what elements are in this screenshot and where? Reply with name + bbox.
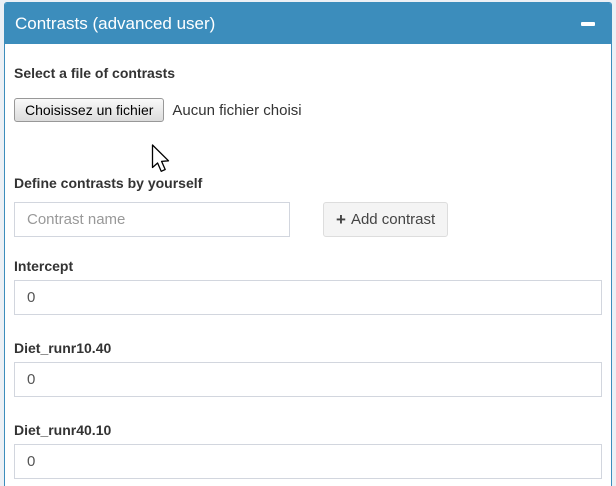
mouse-cursor-icon	[151, 144, 171, 176]
field-label: Intercept	[14, 257, 602, 275]
contrast-field-diet-runr40-10: Diet_runr40.10	[14, 421, 602, 479]
add-contrast-button-label: Add contrast	[351, 211, 435, 228]
panel-title: Contrasts (advanced user)	[15, 14, 215, 33]
diet-runr10-40-value-input[interactable]	[14, 362, 602, 397]
contrast-name-input[interactable]	[14, 202, 290, 237]
panel-header: Contrasts (advanced user)	[5, 3, 611, 44]
diet-runr40-10-value-input[interactable]	[14, 444, 602, 479]
minus-icon	[581, 22, 595, 26]
file-section-label: Select a file of contrasts	[14, 64, 602, 82]
field-label: Diet_runr10.40	[14, 339, 602, 357]
field-label: Diet_runr40.10	[14, 421, 602, 439]
contrasts-panel: Contrasts (advanced user) Select a file …	[4, 2, 612, 486]
panel-body: Select a file of contrasts Choisissez un…	[5, 44, 611, 486]
define-row: + Add contrast	[14, 202, 602, 237]
intercept-value-input[interactable]	[14, 280, 602, 315]
define-section-label: Define contrasts by yourself	[14, 174, 602, 192]
collapse-button[interactable]	[573, 3, 601, 44]
contrast-field-diet-runr10-40: Diet_runr10.40	[14, 339, 602, 397]
contrast-field-intercept: Intercept	[14, 257, 602, 315]
file-input: Choisissez un fichier Aucun fichier choi…	[14, 98, 602, 122]
plus-icon: +	[336, 211, 346, 228]
choose-file-button[interactable]: Choisissez un fichier	[14, 98, 164, 122]
add-contrast-button[interactable]: + Add contrast	[323, 202, 448, 237]
no-file-chosen-text: Aucun fichier choisi	[172, 102, 301, 119]
